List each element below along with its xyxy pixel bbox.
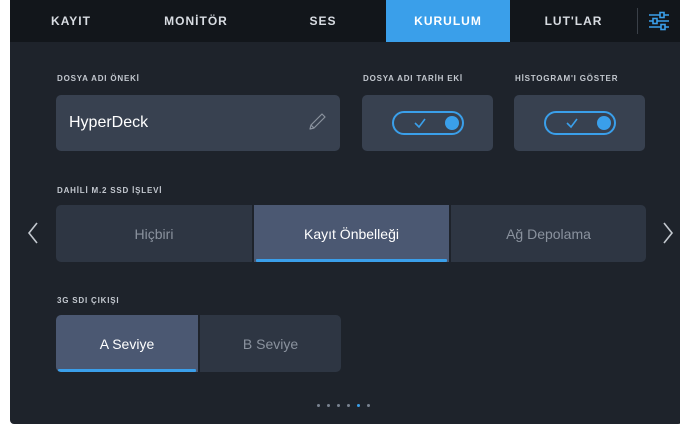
- tab-luts[interactable]: LUT'LAR: [510, 0, 637, 42]
- filename-prefix-label: DOSYA ADI ÖNEKİ: [57, 74, 140, 83]
- tab-kayit[interactable]: KAYIT: [10, 0, 132, 42]
- histogram-card: [514, 95, 645, 151]
- ssd-option-record-cache[interactable]: Kayıt Önbelleği: [252, 205, 449, 262]
- page-dot[interactable]: [327, 404, 330, 407]
- chevron-left-icon: [27, 222, 38, 244]
- sdi-output-label: 3G SDI ÇIKIŞI: [57, 296, 120, 305]
- previous-page-button[interactable]: [23, 215, 43, 251]
- date-suffix-toggle[interactable]: [392, 111, 464, 135]
- tab-divider: [637, 8, 638, 34]
- sliders-icon: [649, 11, 669, 31]
- page-indicator: [317, 404, 370, 407]
- checkmark-icon: [566, 118, 578, 129]
- date-suffix-card: [362, 95, 493, 151]
- filename-prefix-value: HyperDeck: [69, 114, 149, 131]
- sdi-option-level-a[interactable]: A Seviye: [56, 315, 198, 372]
- histogram-toggle[interactable]: [544, 111, 616, 135]
- tab-kurulum[interactable]: KURULUM: [386, 0, 510, 42]
- sdi-output-selector: A Seviye B Seviye: [56, 315, 341, 372]
- ssd-function-selector: Hiçbiri Kayıt Önbelleği Ağ Depolama: [56, 205, 646, 262]
- page-dot-current[interactable]: [357, 404, 360, 407]
- histogram-label: HİSTOGRAM'I GÖSTER: [515, 74, 619, 83]
- next-page-button[interactable]: [658, 215, 678, 251]
- page-dot[interactable]: [317, 404, 320, 407]
- page-dot[interactable]: [347, 404, 350, 407]
- date-suffix-label: DOSYA ADI TARİH EKİ: [363, 74, 463, 83]
- ssd-function-label: DAHİLİ M.2 SSD İŞLEVİ: [57, 186, 163, 195]
- page-dot[interactable]: [337, 404, 340, 407]
- menu-button[interactable]: [644, 6, 674, 36]
- filename-prefix-field[interactable]: HyperDeck: [56, 95, 340, 151]
- tab-monitor[interactable]: MONİTÖR: [132, 0, 260, 42]
- chevron-right-icon: [663, 222, 674, 244]
- pencil-icon[interactable]: [306, 111, 328, 133]
- toggle-knob: [597, 116, 611, 130]
- tab-bar: KAYIT MONİTÖR SES KURULUM LUT'LAR: [10, 0, 680, 42]
- ssd-option-none[interactable]: Hiçbiri: [56, 205, 252, 262]
- tab-ses[interactable]: SES: [260, 0, 386, 42]
- page-dot[interactable]: [367, 404, 370, 407]
- checkmark-icon: [414, 118, 426, 129]
- sdi-option-level-b[interactable]: B Seviye: [198, 315, 341, 372]
- toggle-knob: [445, 116, 459, 130]
- ssd-option-network-storage[interactable]: Ağ Depolama: [449, 205, 646, 262]
- setup-screen: KAYIT MONİTÖR SES KURULUM LUT'LAR DOSYA …: [10, 0, 680, 424]
